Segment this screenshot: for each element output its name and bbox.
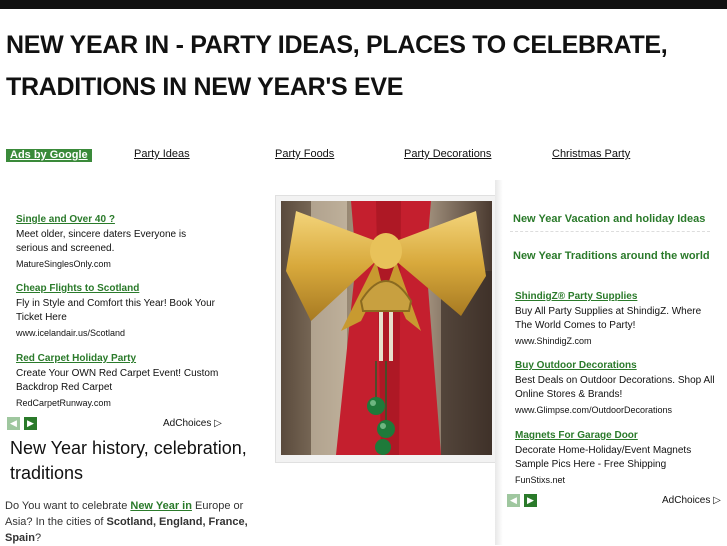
right-ad-1-title[interactable]: ShindigZ® Party Supplies (515, 290, 720, 305)
left-ad-1-title[interactable]: Single and Over 40 ? (16, 213, 216, 228)
right-ad-1-url[interactable]: www.ShindigZ.com (515, 334, 720, 349)
adchoices-icon: ▷ (214, 418, 222, 429)
left-ad-2-desc: Fly in Style and Comfort this Year! Book… (16, 297, 215, 324)
right-adchoices[interactable]: AdChoices ▷ (662, 495, 721, 506)
left-ad-2: Cheap Flights to Scotland Fly in Style a… (16, 282, 226, 340)
nav-party-decorations[interactable]: Party Decorations (404, 148, 491, 160)
right-link-traditions[interactable]: New Year Traditions around the world (513, 248, 713, 264)
right-link-vacation-ideas[interactable]: New Year Vacation and holiday Ideas (513, 211, 713, 227)
right-ad-3-title[interactable]: Magnets For Garage Door (515, 429, 720, 444)
left-ad-pager: ◀ ▶ (7, 417, 37, 430)
left-adchoices[interactable]: AdChoices ▷ (163, 418, 222, 429)
separator (510, 231, 710, 232)
next-arrow-icon[interactable]: ▶ (24, 417, 37, 430)
adchoices-label: AdChoices (662, 495, 711, 506)
top-bar (0, 0, 727, 9)
nav-christmas-party[interactable]: Christmas Party (552, 148, 630, 160)
next-arrow-icon[interactable]: ▶ (524, 494, 537, 507)
intro-text-3: ? (34, 532, 42, 544)
left-ad-1-desc: Meet older, sincere daters Everyone is s… (16, 228, 187, 255)
right-ad-2-title[interactable]: Buy Outdoor Decorations (515, 359, 720, 374)
right-ad-pager: ◀ ▶ (507, 494, 537, 507)
right-ad-2-url[interactable]: www.Glimpse.com/OutdoorDecorations (515, 403, 720, 418)
article-intro: Do You want to celebrate New Year in Eur… (5, 498, 265, 546)
prev-arrow-icon[interactable]: ◀ (7, 417, 20, 430)
left-ad-2-url[interactable]: www.icelandair.us/Scotland (16, 326, 226, 341)
intro-text-1: Do You want to celebrate (5, 500, 131, 512)
adchoices-icon: ▷ (713, 495, 721, 506)
left-ad-2-title[interactable]: Cheap Flights to Scotland (16, 282, 226, 297)
new-year-bow-photo (281, 201, 492, 455)
intro-link-new-year[interactable]: New Year in (130, 500, 192, 512)
nav-party-ideas[interactable]: Party Ideas (134, 148, 190, 160)
left-ad-3: Red Carpet Holiday Party Create Your OWN… (16, 352, 231, 410)
right-ad-3-desc: Decorate Home-Holiday/Event Magnets Samp… (515, 444, 692, 471)
prev-arrow-icon[interactable]: ◀ (507, 494, 520, 507)
left-ad-1: Single and Over 40 ? Meet older, sincere… (16, 213, 216, 271)
nav-party-foods[interactable]: Party Foods (275, 148, 334, 160)
adchoices-label: AdChoices (163, 418, 212, 429)
right-ad-3-url[interactable]: FunStixs.net (515, 473, 720, 488)
content-divider (495, 180, 503, 545)
article-heading: New Year history, celebration, tradition… (10, 438, 247, 483)
left-ad-1-url[interactable]: MatureSinglesOnly.com (16, 257, 216, 272)
top-nav: Party Ideas Party Foods Party Decoration… (0, 148, 727, 164)
left-ad-3-desc: Create Your OWN Red Carpet Event! Custom… (16, 367, 219, 394)
right-ad-1: ShindigZ® Party Supplies Buy All Party S… (515, 290, 720, 348)
right-ad-3: Magnets For Garage Door Decorate Home-Ho… (515, 429, 720, 487)
left-ad-3-url[interactable]: RedCarpetRunway.com (16, 396, 231, 411)
page-title: NEW YEAR IN - PARTY IDEAS, PLACES TO CEL… (6, 31, 668, 101)
right-ad-2: Buy Outdoor Decorations Best Deals on Ou… (515, 359, 720, 417)
right-ad-1-desc: Buy All Party Supplies at ShindigZ. Wher… (515, 305, 702, 332)
left-ad-3-title[interactable]: Red Carpet Holiday Party (16, 352, 231, 367)
right-ad-2-desc: Best Deals on Outdoor Decorations. Shop … (515, 374, 715, 401)
